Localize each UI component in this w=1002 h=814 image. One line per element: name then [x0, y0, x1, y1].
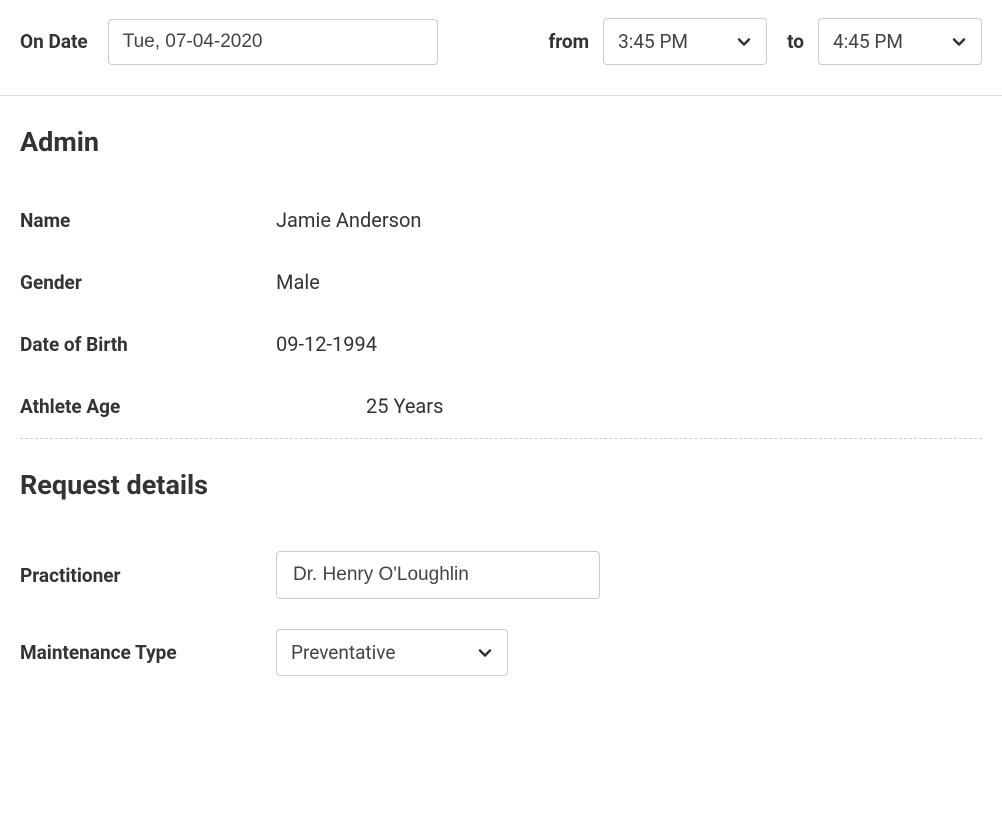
gender-row: Gender Male [20, 270, 982, 294]
to-time-group: to 4:45 PM [787, 18, 982, 65]
from-label: from [548, 30, 589, 53]
name-row: Name Jamie Anderson [20, 208, 982, 232]
practitioner-label: Practitioner [20, 564, 276, 587]
on-date-input[interactable] [108, 19, 438, 65]
admin-title: Admin [20, 126, 982, 158]
from-time-value: 3:45 PM [618, 30, 688, 53]
gender-value: Male [276, 270, 320, 294]
to-time-select[interactable]: 4:45 PM [818, 18, 982, 65]
maintenance-type-value: Preventative [291, 641, 395, 664]
request-details-title: Request details [20, 469, 982, 501]
name-value: Jamie Anderson [276, 208, 421, 232]
on-date-label: On Date [20, 30, 88, 53]
date-time-row: On Date from 3:45 PM to 4:45 PM [0, 0, 1002, 96]
maintenance-type-row: Maintenance Type Preventative [20, 629, 982, 676]
age-label: Athlete Age [20, 395, 276, 418]
practitioner-row: Practitioner [20, 551, 982, 599]
practitioner-input[interactable] [276, 551, 600, 599]
admin-section: Admin Name Jamie Anderson Gender Male Da… [0, 96, 1002, 418]
age-row: Athlete Age 25 Years [20, 394, 982, 418]
age-value: 25 Years [276, 394, 443, 418]
chevron-down-icon [477, 645, 493, 661]
to-time-value: 4:45 PM [833, 30, 903, 53]
maintenance-type-label: Maintenance Type [20, 641, 276, 664]
dob-label: Date of Birth [20, 333, 276, 356]
chevron-down-icon [736, 34, 752, 50]
name-label: Name [20, 209, 276, 232]
dob-value: 09-12-1994 [276, 332, 377, 356]
dob-row: Date of Birth 09-12-1994 [20, 332, 982, 356]
chevron-down-icon [951, 34, 967, 50]
from-time-select[interactable]: 3:45 PM [603, 18, 767, 65]
from-time-group: from 3:45 PM [548, 18, 767, 65]
request-details-section: Request details Practitioner Maintenance… [0, 439, 1002, 676]
maintenance-type-select[interactable]: Preventative [276, 629, 508, 676]
to-label: to [787, 30, 804, 53]
gender-label: Gender [20, 271, 276, 294]
